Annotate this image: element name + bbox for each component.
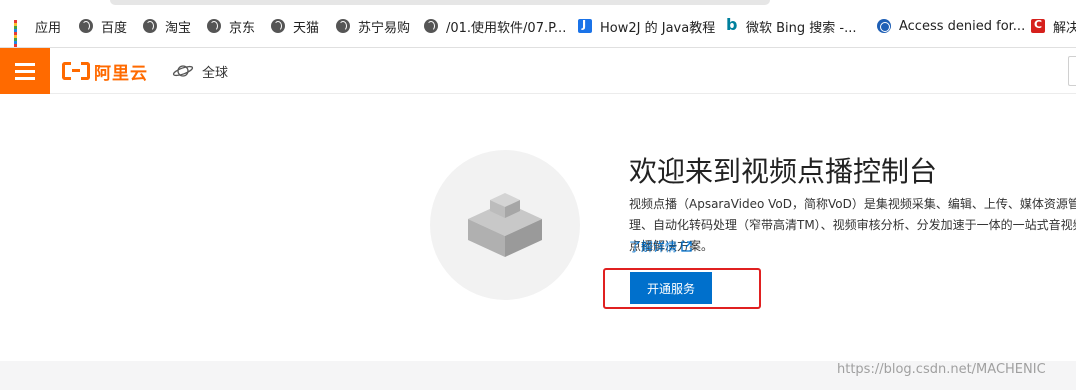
bookmark-label: 淘宝 bbox=[165, 20, 192, 36]
bookmarks-bar: 应用 百度 淘宝 京东 天猫 苏宁易购 /01.使用软件/07.P... How… bbox=[0, 0, 1076, 48]
external-link-icon bbox=[681, 241, 692, 252]
address-bar-edge bbox=[110, 0, 770, 5]
bookmark-baidu[interactable]: 百度 bbox=[79, 16, 127, 36]
menu-icon-bar bbox=[15, 77, 35, 80]
bookmark-csdn[interactable]: 解决 bbox=[1031, 16, 1076, 36]
bookmark-jd[interactable]: 京东 bbox=[207, 16, 255, 36]
globe-icon bbox=[79, 19, 93, 33]
bookmark-label: 微软 Bing 搜索 -... bbox=[746, 20, 857, 36]
learn-more-link[interactable]: 了解详情 bbox=[629, 238, 692, 255]
globe-icon bbox=[424, 19, 438, 33]
region-label: 全球 bbox=[202, 65, 229, 81]
menu-icon-bar bbox=[15, 63, 35, 66]
bookmark-label: 百度 bbox=[101, 20, 128, 36]
watermark: https://blog.csdn.net/MACHENIC bbox=[837, 362, 1046, 377]
learn-more-label: 了解详情 bbox=[629, 240, 678, 254]
hamburger-menu-button[interactable] bbox=[0, 48, 50, 94]
planet-icon bbox=[172, 65, 194, 77]
apps-grid-icon bbox=[14, 19, 27, 47]
bookmark-label: 京东 bbox=[229, 20, 256, 36]
bookmark-taobao[interactable]: 淘宝 bbox=[143, 16, 191, 36]
service-description: 视频点播（ApsaraVideo VoD，简称VoD）是集视频采集、编辑、上传、… bbox=[629, 197, 1076, 253]
globe-icon bbox=[143, 19, 157, 33]
bookmark-label: 解决 bbox=[1053, 20, 1076, 36]
globe-icon bbox=[336, 19, 350, 33]
console-header: 阿里云 全球 bbox=[0, 48, 1076, 94]
globe-icon bbox=[271, 19, 285, 33]
bookmark-access-denied[interactable]: Access denied for... bbox=[877, 16, 1025, 36]
globe-icon bbox=[207, 19, 221, 33]
how2j-icon bbox=[578, 18, 592, 33]
bookmark-suning[interactable]: 苏宁易购 bbox=[336, 16, 410, 36]
bookmark-label: How2J 的 Java教程 bbox=[600, 20, 716, 36]
aliyun-logo-icon bbox=[62, 62, 90, 80]
bookmark-label: 天猫 bbox=[293, 20, 320, 36]
search-input[interactable] bbox=[1068, 56, 1076, 86]
bookmark-label: 应用 bbox=[35, 20, 62, 36]
bookmark-apps[interactable]: 应用 bbox=[14, 16, 62, 47]
csdn-icon bbox=[1031, 18, 1045, 33]
access-denied-icon bbox=[877, 19, 891, 33]
bookmark-label: Access denied for... bbox=[899, 18, 1026, 34]
bookmark-how2j[interactable]: How2J 的 Java教程 bbox=[578, 16, 715, 36]
bing-icon bbox=[724, 15, 738, 34]
aliyun-logo[interactable]: 阿里云 bbox=[62, 60, 148, 84]
page-title: 欢迎来到视频点播控制台 bbox=[629, 155, 938, 188]
bookmark-label: /01.使用软件/07.P... bbox=[446, 20, 567, 36]
vod-illustration bbox=[430, 150, 580, 300]
cube-icon bbox=[468, 193, 542, 257]
bookmark-bing[interactable]: 微软 Bing 搜索 -... bbox=[724, 15, 857, 36]
bookmark-label: 苏宁易购 bbox=[358, 20, 411, 36]
region-selector[interactable]: 全球 bbox=[172, 62, 229, 81]
bookmark-local-path[interactable]: /01.使用软件/07.P... bbox=[424, 16, 566, 36]
menu-icon-bar bbox=[15, 70, 35, 73]
annotation-highlight-box bbox=[603, 268, 761, 309]
bookmark-tmall[interactable]: 天猫 bbox=[271, 16, 319, 36]
brand-name: 阿里云 bbox=[94, 63, 148, 84]
